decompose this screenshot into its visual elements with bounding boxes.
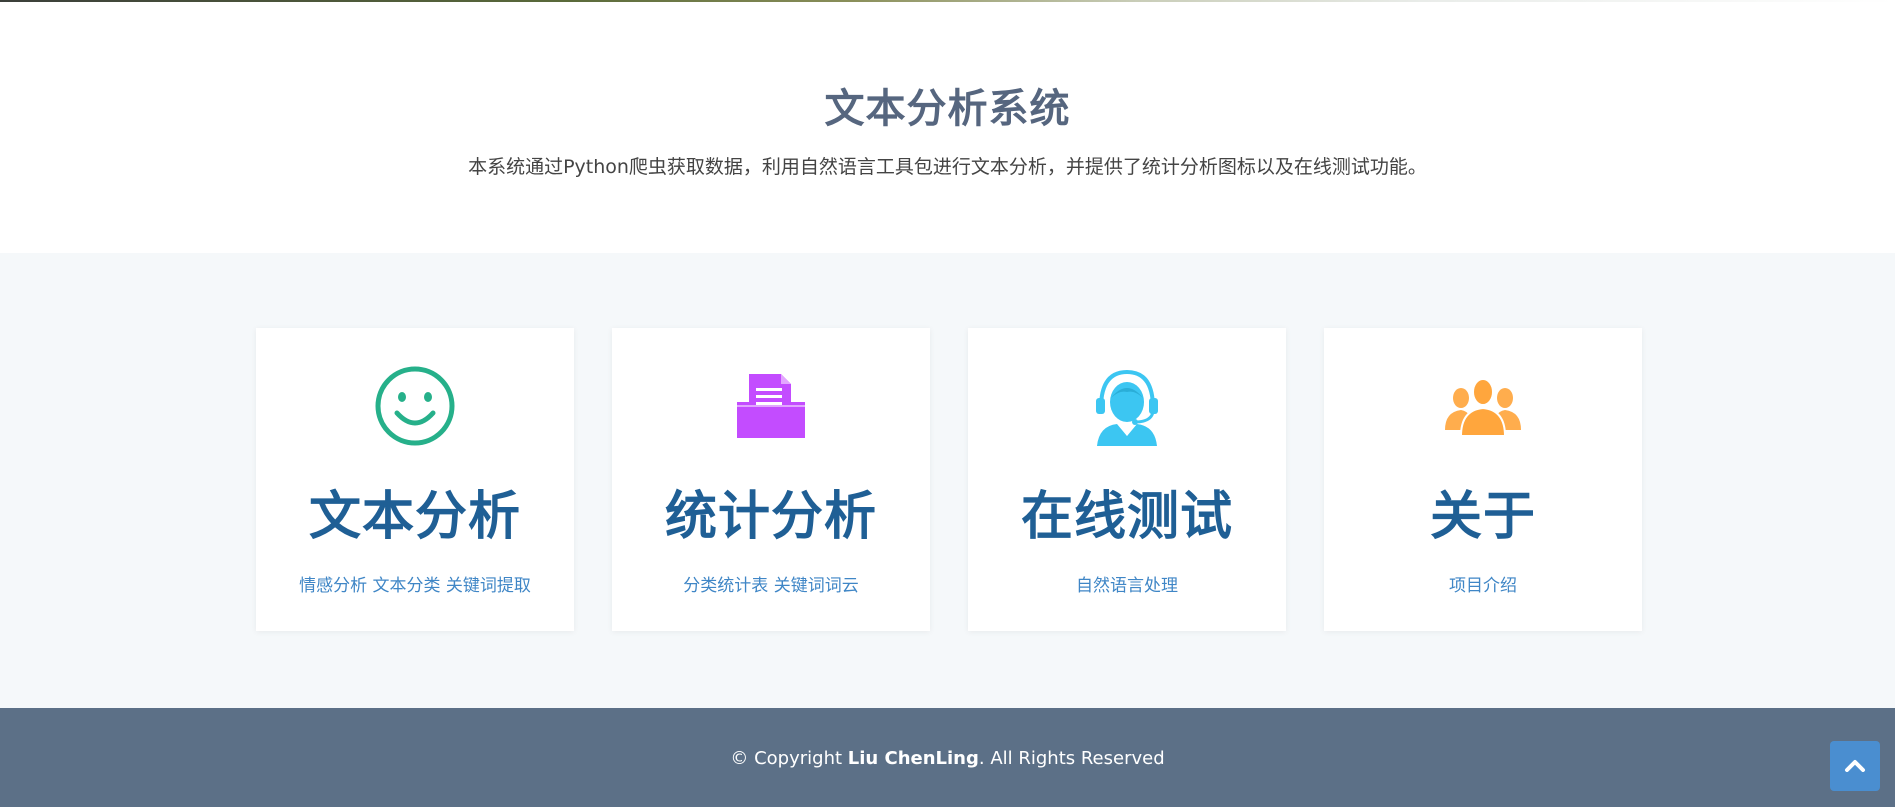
- copyright-suffix: . All Rights Reserved: [978, 748, 1165, 769]
- card-title: 在线测试: [1020, 487, 1233, 547]
- page-subtitle: 本系统通过Python爬虫获取数据，利用自然语言工具包进行文本分析，并提供了统计…: [468, 156, 1427, 178]
- card-description: 分类统计表 关键词词云: [683, 576, 859, 596]
- footer: © Copyright Liu ChenLing. All Rights Res…: [0, 708, 1895, 807]
- copyright-text: © Copyright Liu ChenLing. All Rights Res…: [0, 748, 1895, 769]
- page-title: 文本分析系统: [824, 86, 1071, 132]
- copyright-prefix: © Copyright: [730, 748, 848, 769]
- copyright-author: Liu ChenLing: [847, 748, 979, 769]
- features-section: 文本分析 情感分析 文本分类 关键词提取 统计分析 分类统计表 关键词词云 在线…: [0, 253, 1895, 708]
- card-description: 情感分析 文本分类 关键词提取: [299, 576, 531, 596]
- card-about[interactable]: 关于 项目介绍: [1324, 328, 1642, 631]
- card-online-test[interactable]: 在线测试 自然语言处理: [968, 328, 1286, 631]
- card-title: 统计分析: [664, 487, 877, 547]
- card-statistics[interactable]: 统计分析 分类统计表 关键词词云: [612, 328, 930, 631]
- card-description: 自然语言处理: [1076, 576, 1178, 596]
- card-title: 关于: [1429, 487, 1536, 547]
- smiley-icon: [256, 364, 574, 448]
- card-title: 文本分析: [308, 487, 521, 547]
- headset-agent-icon: [968, 364, 1286, 448]
- hero-section: 文本分析系统 本系统通过Python爬虫获取数据，利用自然语言工具包进行文本分析…: [0, 2, 1895, 253]
- card-description: 项目介绍: [1449, 576, 1517, 596]
- back-to-top-button[interactable]: [1830, 741, 1880, 791]
- group-users-icon: [1324, 364, 1642, 448]
- chevron-up-icon: [1844, 757, 1866, 776]
- file-tray-icon: [612, 364, 930, 448]
- card-text-analysis[interactable]: 文本分析 情感分析 文本分类 关键词提取: [256, 328, 574, 631]
